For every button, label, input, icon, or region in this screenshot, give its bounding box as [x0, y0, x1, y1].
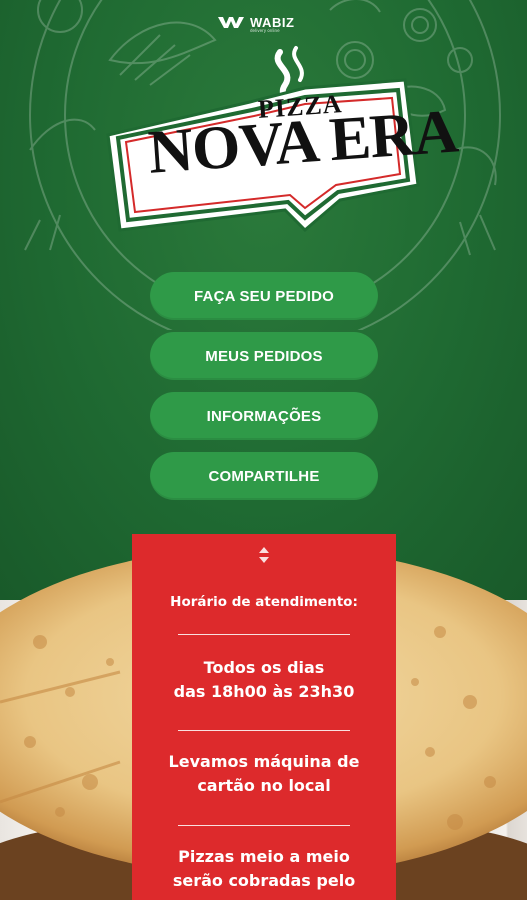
order-button[interactable]: FAÇA SEU PEDIDO [150, 272, 378, 320]
information-button[interactable]: INFORMAÇÕES [150, 392, 378, 440]
hours-text: Todos os dias das 18h00 às 23h30 [173, 658, 355, 701]
wabiz-logo-icon [218, 17, 244, 28]
vendor-tagline: delivery online [250, 28, 280, 33]
main-menu: FAÇA SEU PEDIDO MEUS PEDIDOS INFORMAÇÕES… [150, 272, 378, 512]
info-panel: Horário de atendimento: Todos os dias da… [132, 534, 396, 900]
vendor-logo: WABIZ delivery online [218, 8, 318, 36]
divider [178, 634, 350, 635]
my-orders-button[interactable]: MEUS PEDIDOS [150, 332, 378, 380]
expand-collapse-icon[interactable] [256, 544, 272, 566]
divider [178, 825, 350, 826]
hours-label: Horário de atendimento: [170, 594, 358, 610]
card-payment-text: Levamos máquina de cartão no local [168, 752, 360, 795]
divider [178, 730, 350, 731]
share-button[interactable]: COMPARTILHE [150, 452, 378, 500]
half-pizza-text: Pizzas meio a meio serão cobradas pelo [172, 847, 356, 890]
